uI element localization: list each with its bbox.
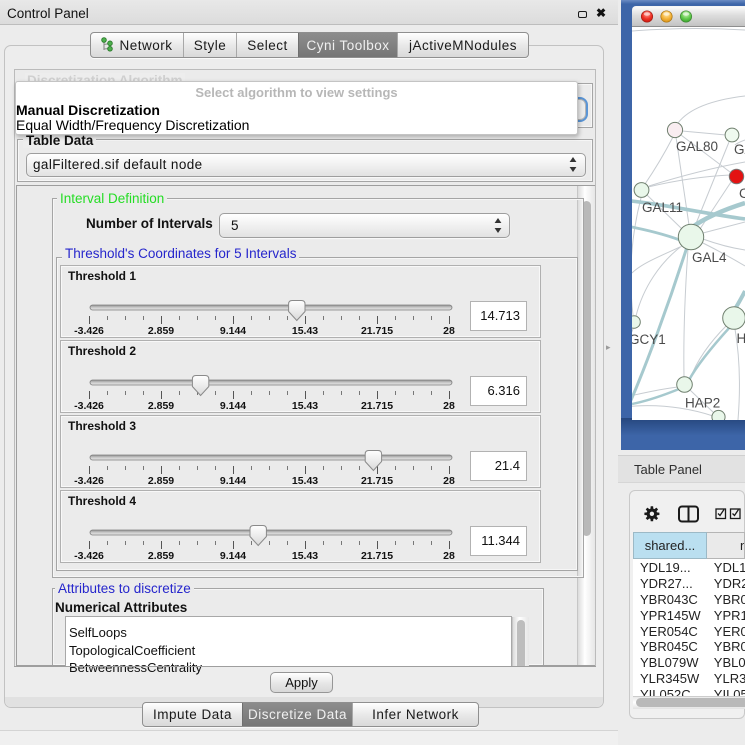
- svg-text:-3.426: -3.426: [74, 400, 104, 412]
- svg-text:CDC: CDC: [739, 186, 745, 201]
- svg-text:-3.426: -3.426: [74, 550, 104, 562]
- svg-text:9.144: 9.144: [220, 550, 246, 562]
- svg-text:GAL11: GAL11: [642, 200, 683, 215]
- svg-text:2.859: 2.859: [148, 550, 174, 562]
- svg-text:15.43: 15.43: [292, 325, 318, 337]
- svg-text:2.859: 2.859: [148, 400, 174, 412]
- svg-text:28: 28: [443, 475, 455, 487]
- svg-text:28: 28: [443, 400, 455, 412]
- svg-text:-3.426: -3.426: [74, 475, 104, 487]
- svg-text:GCY1: GCY1: [632, 332, 666, 347]
- svg-text:GAL80: GAL80: [676, 139, 718, 154]
- svg-text:GAL4: GAL4: [692, 250, 727, 265]
- svg-text:21.715: 21.715: [361, 550, 393, 562]
- svg-text:-3.426: -3.426: [74, 325, 104, 337]
- svg-text:15.43: 15.43: [292, 550, 318, 562]
- svg-text:9.144: 9.144: [220, 475, 246, 487]
- svg-text:9.144: 9.144: [220, 325, 246, 337]
- svg-text:2.859: 2.859: [148, 325, 174, 337]
- svg-text:15.43: 15.43: [292, 475, 318, 487]
- svg-text:21.715: 21.715: [361, 475, 393, 487]
- svg-text:9.144: 9.144: [220, 400, 246, 412]
- svg-text:21.715: 21.715: [361, 325, 393, 337]
- svg-text:28: 28: [443, 550, 455, 562]
- svg-text:HIS: HIS: [737, 331, 745, 346]
- svg-text:GAL3: GAL3: [734, 142, 745, 157]
- svg-text:2.859: 2.859: [148, 475, 174, 487]
- svg-text:21.715: 21.715: [361, 400, 393, 412]
- svg-text:HAP2: HAP2: [685, 396, 720, 411]
- svg-text:28: 28: [443, 325, 455, 337]
- svg-text:15.43: 15.43: [292, 400, 318, 412]
